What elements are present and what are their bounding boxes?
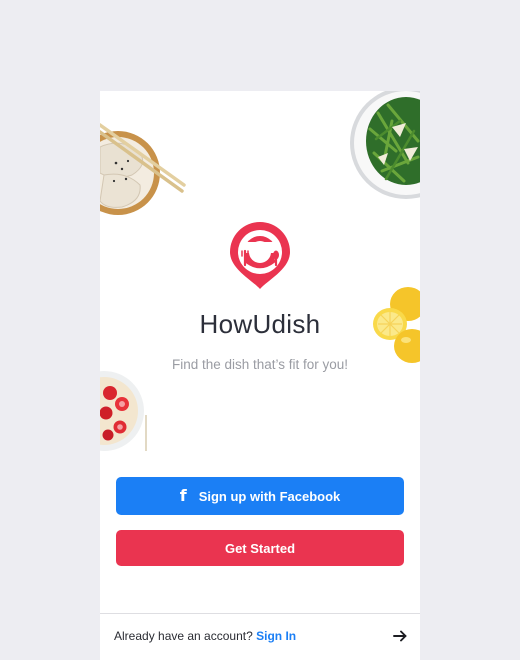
facebook-icon: f xyxy=(179,486,187,505)
app-title: HowUdish xyxy=(199,309,321,339)
footer-signin-row: Already have an account? Sign In xyxy=(114,629,296,643)
phone-screen: HowUdish Find the dish that’s fit for yo… xyxy=(100,91,420,660)
facebook-signup-button[interactable]: f Sign up with Facebook xyxy=(116,477,404,515)
footer-divider xyxy=(100,613,420,614)
salad-plate-image xyxy=(350,91,420,199)
app-tagline: Find the dish that’s fit for you! xyxy=(171,357,349,372)
app-logo-icon xyxy=(230,222,290,289)
arrow-right-icon[interactable] xyxy=(392,628,408,644)
strawberry-bowl-image xyxy=(100,371,147,451)
facebook-signup-label: Sign up with Facebook xyxy=(198,488,341,504)
get-started-button[interactable]: Get Started xyxy=(116,530,404,566)
footer-prompt: Already have an account? xyxy=(114,629,253,643)
dumplings-image xyxy=(100,123,186,215)
signin-link[interactable]: Sign In xyxy=(256,629,296,643)
get-started-label: Get Started xyxy=(224,540,296,556)
